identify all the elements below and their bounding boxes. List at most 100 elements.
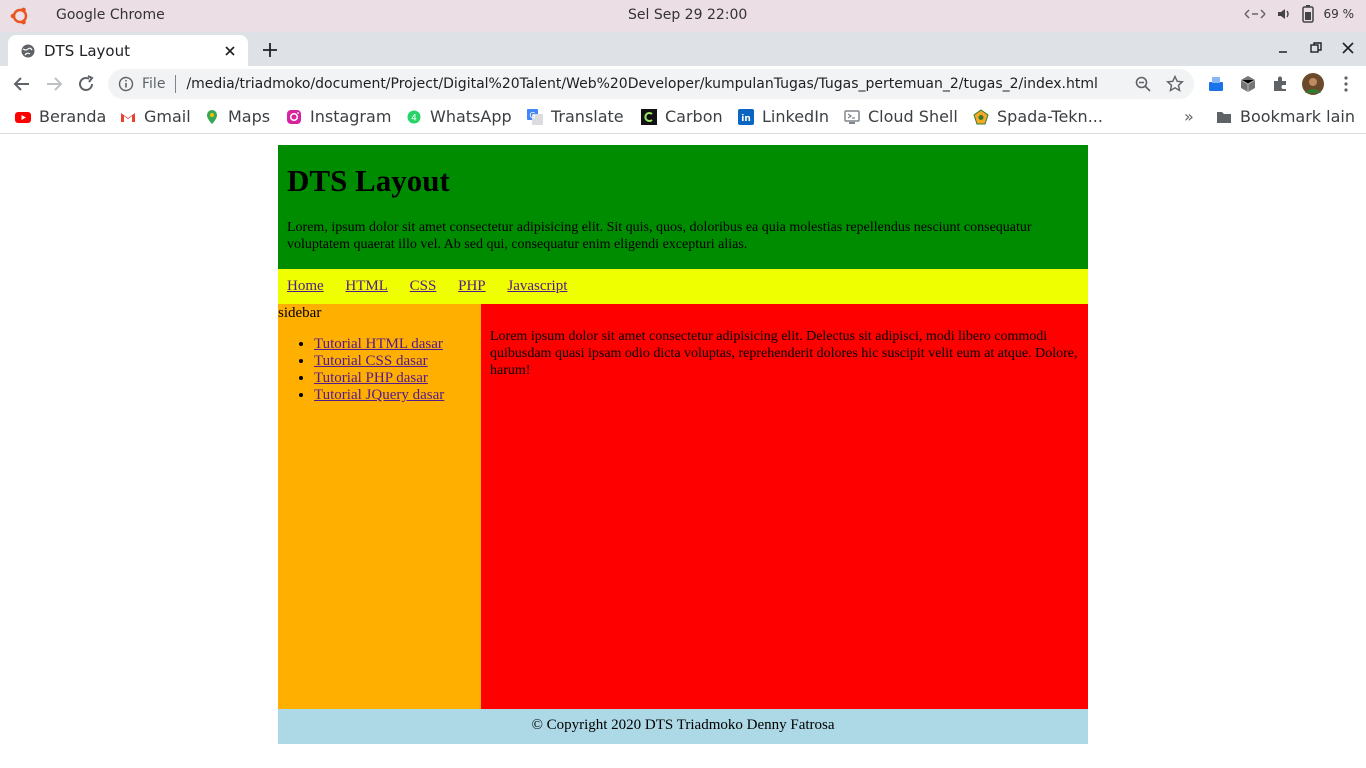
bookmark-instagram[interactable]: Instagram [286, 107, 391, 126]
bookmark-linkedin[interactable]: in LinkedIn [738, 107, 829, 126]
bookmark-whatsapp[interactable]: 4 WhatsApp [406, 107, 512, 126]
main-nav: Home HTML CSS PHP Javascript [278, 269, 1088, 304]
bookmark-translate[interactable]: G Translate [527, 107, 624, 126]
carbon-icon [641, 108, 657, 125]
battery-icon [1301, 5, 1314, 23]
menu-kebab-icon[interactable] [1336, 74, 1356, 94]
sidebar: sidebar Tutorial HTML dasar Tutorial CSS… [278, 304, 481, 709]
bookmark-label: WhatsApp [430, 107, 512, 126]
content-paragraph: Lorem ipsum dolor sit amet consectetur a… [490, 329, 1078, 378]
bookmark-cloud-shell[interactable]: Cloud Shell [844, 107, 958, 126]
youtube-icon [15, 111, 31, 123]
url-separator [175, 75, 177, 93]
forward-arrow-icon[interactable] [44, 74, 64, 94]
sidebar-heading: sidebar [278, 305, 322, 321]
tab-strip: DTS Layout [0, 32, 1366, 66]
list-item: Tutorial JQuery dasar [314, 387, 481, 404]
close-window-icon[interactable] [1340, 40, 1356, 56]
bookmark-label: Gmail [144, 107, 191, 126]
nav-link-html[interactable]: HTML [345, 278, 388, 294]
profile-avatar-icon[interactable] [1302, 73, 1324, 95]
restore-icon[interactable] [1308, 40, 1324, 56]
network-icon [1243, 9, 1266, 19]
bookmark-label: Cloud Shell [868, 107, 958, 126]
bookmark-label: Carbon [665, 107, 723, 126]
bookmark-maps[interactable]: Maps [204, 107, 270, 126]
url-scheme: File [142, 76, 166, 92]
bookmark-label: LinkedIn [762, 107, 830, 126]
bookmark-label: Maps [228, 107, 271, 126]
svg-text:4: 4 [411, 113, 417, 123]
page-footer: © Copyright 2020 DTS Triadmoko Denny Fat… [278, 709, 1088, 744]
system-clock[interactable]: Sel Sep 29 22:00 [628, 7, 747, 23]
translate-icon: G [527, 108, 543, 125]
sidebar-link-php-tutorial[interactable]: Tutorial PHP dasar [314, 370, 428, 386]
header-intro-text: Lorem, ipsum dolor sit amet consectetur … [287, 220, 1032, 252]
whatsapp-icon: 4 [407, 110, 421, 123]
cloud-shell-icon [844, 109, 860, 124]
svg-text:G: G [529, 111, 535, 120]
globe-icon [21, 44, 35, 57]
maps-icon [207, 109, 217, 124]
address-bar[interactable]: File /media/triadmoko/document/Project/D… [108, 69, 1194, 99]
nav-link-php[interactable]: PHP [458, 278, 486, 294]
ubuntu-logo-icon[interactable] [10, 6, 30, 26]
bookmark-beranda[interactable]: Beranda [15, 107, 106, 126]
nav-link-css[interactable]: CSS [410, 278, 437, 294]
list-item: Tutorial HTML dasar [314, 336, 481, 353]
page-container: DTS Layout Lorem, ipsum dolor sit amet c… [278, 145, 1088, 744]
bookmark-label: Translate [551, 107, 624, 126]
page-title: DTS Layout [287, 163, 450, 198]
battery-percentage: 69 % [1323, 7, 1355, 21]
system-tray[interactable]: 69 % [1243, 5, 1355, 23]
sidebar-link-list: Tutorial HTML dasar Tutorial CSS dasar T… [278, 336, 481, 404]
main-columns: sidebar Tutorial HTML dasar Tutorial CSS… [278, 304, 1088, 709]
url-text[interactable]: /media/triadmoko/document/Project/Digita… [186, 76, 1134, 92]
bookmark-other-folder[interactable]: Bookmark lain [1216, 107, 1355, 126]
svg-text:in: in [741, 114, 751, 124]
sidebar-link-jquery-tutorial[interactable]: Tutorial JQuery dasar [314, 387, 444, 403]
gmail-icon [121, 112, 135, 122]
zoom-icon[interactable] [1134, 75, 1152, 93]
list-item: Tutorial PHP dasar [314, 370, 481, 387]
volume-icon [1277, 9, 1289, 19]
bookmark-label: Instagram [310, 107, 392, 126]
bookmark-label: Beranda [39, 107, 107, 126]
linkedin-icon: in [738, 108, 754, 125]
bookmark-carbon[interactable]: Carbon [641, 107, 723, 126]
active-app-name[interactable]: Google Chrome [56, 7, 165, 23]
close-tab-icon[interactable] [222, 43, 238, 59]
bookmarks-bar: Beranda Gmail Maps Instagram 4 WhatsApp … [0, 102, 1366, 134]
bookmark-star-icon[interactable] [1166, 75, 1184, 93]
info-icon[interactable] [118, 76, 134, 92]
tab-dts-layout[interactable]: DTS Layout [8, 35, 248, 66]
bookmarks-overflow-chevron-icon[interactable]: » [1184, 107, 1194, 126]
instagram-icon [287, 109, 301, 124]
window-controls [1276, 40, 1356, 56]
system-top-bar: Google Chrome Sel Sep 29 22:00 69 % [0, 0, 1366, 32]
bookmark-spada[interactable]: Spada-Tekn... [973, 107, 1103, 126]
web-page-viewport: DTS Layout Lorem, ipsum dolor sit amet c… [0, 135, 1366, 768]
nav-link-javascript[interactable]: Javascript [507, 278, 567, 294]
bookmark-gmail[interactable]: Gmail [120, 107, 191, 126]
list-item: Tutorial CSS dasar [314, 353, 481, 370]
tab-title: DTS Layout [44, 41, 130, 60]
browser-toolbar: File /media/triadmoko/document/Project/D… [0, 66, 1366, 102]
extension-printer-icon[interactable] [1206, 74, 1226, 94]
minimize-icon[interactable] [1276, 40, 1292, 56]
sidebar-link-html-tutorial[interactable]: Tutorial HTML dasar [314, 336, 443, 352]
bookmark-label: Bookmark lain [1240, 107, 1355, 126]
back-arrow-icon[interactable] [12, 74, 32, 94]
bookmark-label: Spada-Tekn... [997, 107, 1103, 126]
page-header: DTS Layout Lorem, ipsum dolor sit amet c… [278, 145, 1088, 269]
copyright-text: © Copyright 2020 DTS Triadmoko Denny Fat… [531, 717, 835, 733]
extension-cube-icon[interactable] [1238, 74, 1258, 94]
new-tab-icon[interactable] [260, 40, 280, 60]
reload-icon[interactable] [76, 74, 96, 94]
main-content: Lorem ipsum dolor sit amet consectetur a… [481, 304, 1088, 709]
sidebar-link-css-tutorial[interactable]: Tutorial CSS dasar [314, 353, 428, 369]
extensions-puzzle-icon[interactable] [1270, 74, 1290, 94]
nav-link-home[interactable]: Home [287, 278, 324, 294]
spada-icon [973, 108, 989, 124]
folder-icon [1217, 111, 1231, 123]
